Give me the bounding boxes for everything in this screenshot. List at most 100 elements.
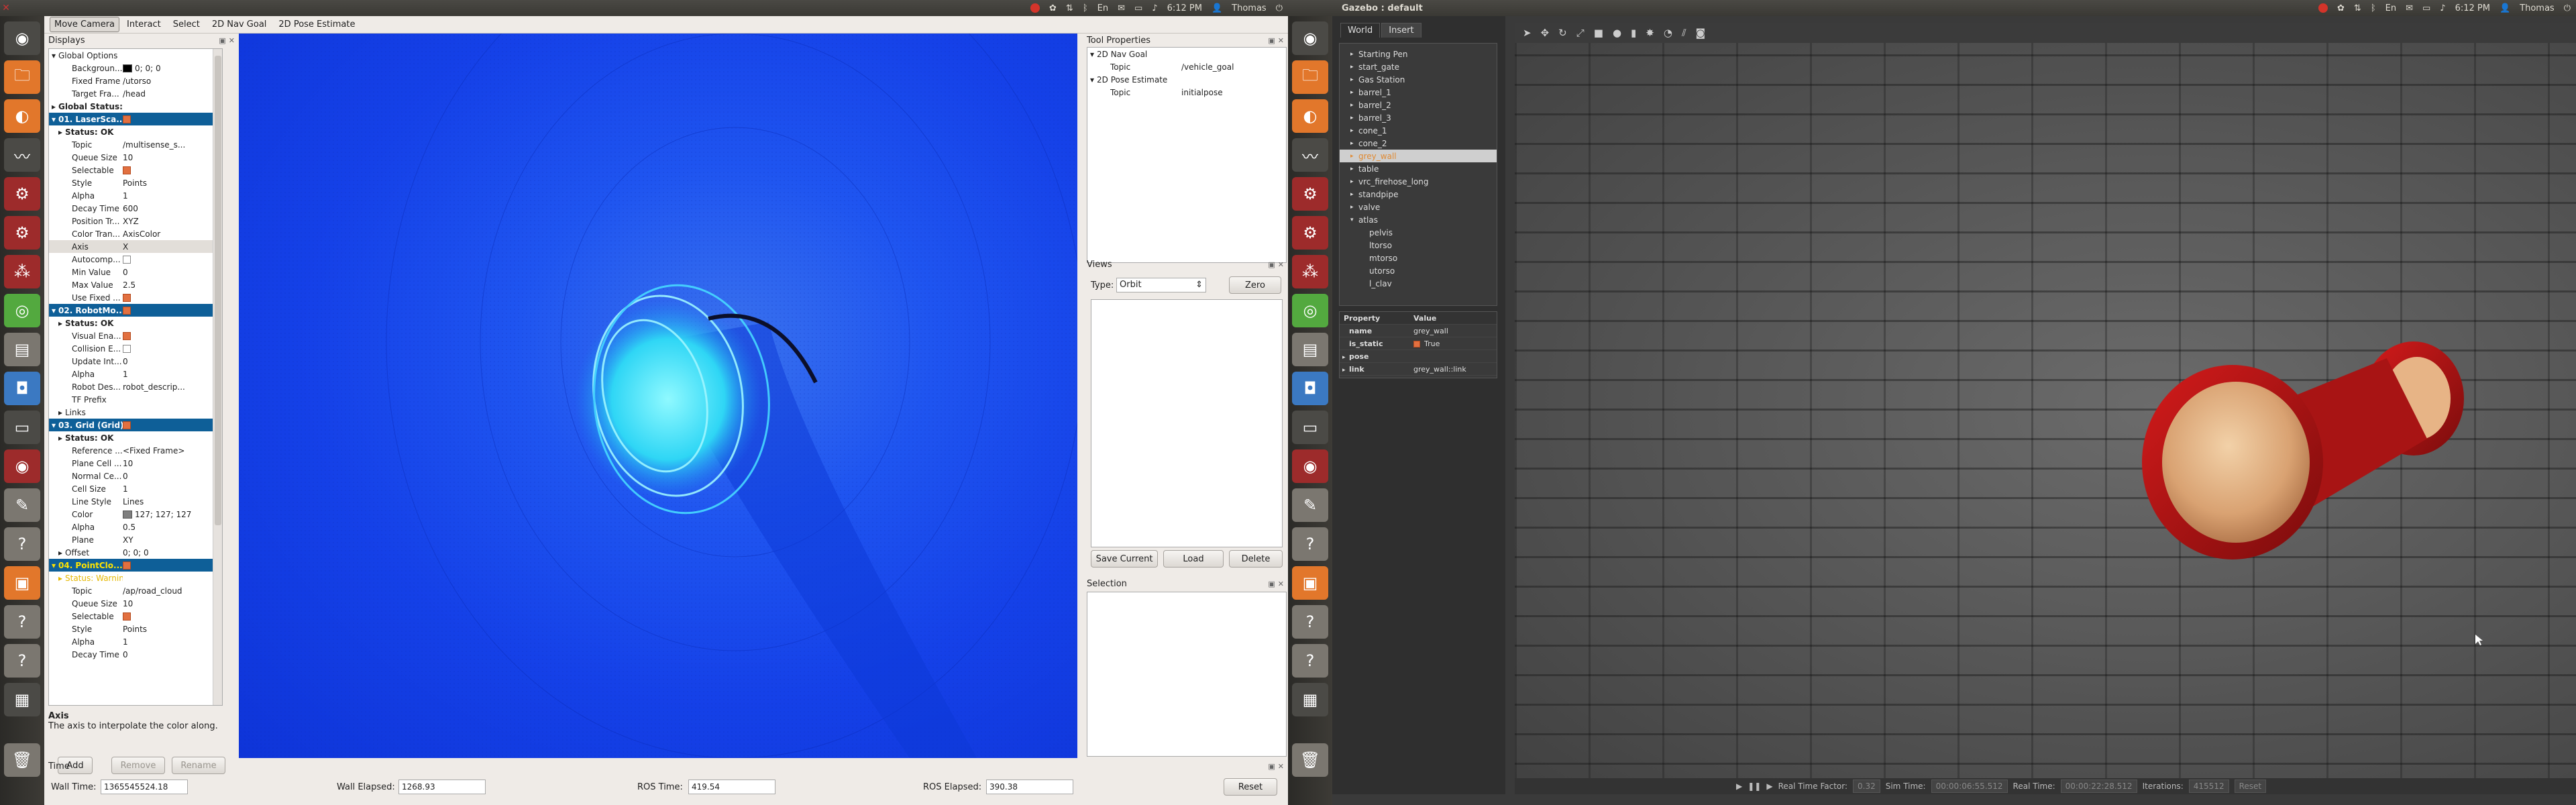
- load-button[interactable]: Load: [1163, 550, 1224, 568]
- display-row[interactable]: Alpha 1: [49, 189, 222, 202]
- checkbox[interactable]: [123, 612, 131, 621]
- property-value[interactable]: 0; 0; 0: [123, 548, 222, 557]
- display-row[interactable]: Target Fra... /head: [49, 87, 222, 100]
- screenshot-icon[interactable]: ◘: [4, 372, 40, 405]
- display-row[interactable]: ▸Global Status: OK: [49, 100, 222, 113]
- display-row[interactable]: ▾ 03. Grid (Grid): [49, 419, 222, 431]
- world-tree-item[interactable]: ▸ start_gate: [1340, 60, 1497, 73]
- play-icon[interactable]: ▶: [1766, 782, 1772, 791]
- property-value[interactable]: [123, 306, 222, 315]
- time-reset-button[interactable]: Reset: [1224, 778, 1277, 796]
- expand-arrow-icon[interactable]: ▸: [1350, 204, 1358, 211]
- world-tree-item[interactable]: mtorso: [1340, 252, 1497, 264]
- checkbox[interactable]: [123, 166, 131, 174]
- property-value[interactable]: 600: [123, 204, 222, 213]
- world-tree[interactable]: ▸ Starting Pen ▸ start_gate ▸ Gas Station ▸ bar…: [1339, 43, 1497, 306]
- checkbox[interactable]: [123, 332, 131, 340]
- world-tree-item[interactable]: ▸ Gas Station: [1340, 73, 1497, 86]
- ros-elapsed-field[interactable]: 390.38: [986, 780, 1073, 794]
- expand-arrow-icon[interactable]: ▸: [1350, 178, 1358, 185]
- power-icon[interactable]: ⏻: [1276, 3, 1283, 13]
- displays-tree[interactable]: ▾ Global Options Backgroun... 0; 0; 0 Fixed …: [48, 48, 223, 706]
- display-row[interactable]: Backgroun... 0; 0; 0: [49, 62, 222, 74]
- property-value[interactable]: [123, 166, 222, 175]
- display-row[interactable]: Position Tr... XYZ: [49, 215, 222, 227]
- firefox-icon[interactable]: ◐: [4, 99, 40, 133]
- property-row[interactable]: is_static True: [1340, 337, 1497, 350]
- workspace-icon[interactable]: ▦: [4, 683, 40, 716]
- close-icon[interactable]: ✕: [0, 0, 12, 16]
- display-row[interactable]: Alpha 1: [49, 635, 222, 648]
- tool-move-camera[interactable]: Move Camera: [50, 17, 120, 32]
- float-icon[interactable]: ▣: [1268, 260, 1275, 269]
- display-row[interactable]: Plane Cell ... 10: [49, 457, 222, 470]
- display-row[interactable]: ▾ 04. PointClo...: [49, 559, 222, 572]
- help-icon[interactable]: ?: [4, 605, 40, 639]
- expand-arrow-icon[interactable]: ▾: [52, 306, 58, 315]
- property-value[interactable]: [123, 561, 222, 570]
- property-value[interactable]: robot_descrip...: [123, 382, 222, 392]
- help-icon[interactable]: ?: [4, 644, 40, 678]
- display-row[interactable]: Selectable: [49, 164, 222, 176]
- pause-icon[interactable]: ❚❚: [1748, 782, 1761, 791]
- property-value[interactable]: 1: [123, 637, 222, 647]
- tool-2d-pose-estimate[interactable]: 2D Pose Estimate: [274, 17, 360, 32]
- expand-arrow-icon[interactable]: ▾: [52, 561, 58, 570]
- dropbox-icon[interactable]: ✿: [2337, 3, 2345, 13]
- point-light-icon[interactable]: ✸: [1646, 27, 1654, 39]
- world-tree-item[interactable]: ▸ Starting Pen: [1340, 48, 1497, 60]
- display-row[interactable]: Line Style Lines: [49, 495, 222, 508]
- property-value[interactable]: XY: [123, 535, 222, 545]
- tool-property-row[interactable]: ▾ 2D Pose Estimate: [1087, 73, 1286, 86]
- property-value[interactable]: 127; 127; 127: [123, 510, 222, 519]
- help-icon[interactable]: ?: [4, 527, 40, 561]
- files-icon[interactable]: 🗀: [1292, 60, 1328, 94]
- display-row[interactable]: Alpha 0.5: [49, 521, 222, 533]
- directional-light-icon[interactable]: ⫽: [1682, 27, 1686, 39]
- app-icon[interactable]: ▤: [4, 333, 40, 366]
- expand-arrow-icon[interactable]: ▸: [1350, 127, 1358, 134]
- display-row[interactable]: Style Points: [49, 176, 222, 189]
- world-tree-item[interactable]: ▸ barrel_2: [1340, 99, 1497, 111]
- property-value[interactable]: AxisColor: [123, 229, 222, 239]
- display-row[interactable]: Visual Ena...: [49, 329, 222, 342]
- property-row[interactable]: ▸ pose: [1340, 350, 1497, 363]
- network-icon[interactable]: ⁂: [1292, 255, 1328, 288]
- box-icon[interactable]: ■: [1594, 27, 1603, 39]
- app-icon[interactable]: ◉: [1292, 449, 1328, 483]
- world-tree-item[interactable]: ▸ standpipe: [1340, 188, 1497, 201]
- expand-arrow-icon[interactable]: ▸: [58, 408, 65, 417]
- expand-arrow-icon[interactable]: ▾: [52, 51, 58, 60]
- display-row[interactable]: Topic/multisense_s...: [49, 138, 222, 151]
- property-value[interactable]: 0: [123, 650, 222, 659]
- property-value[interactable]: 1: [123, 484, 222, 494]
- network-icon[interactable]: ⇅: [2354, 3, 2361, 13]
- bluetooth-icon[interactable]: ᛒ: [1083, 3, 1088, 13]
- property-value[interactable]: [123, 421, 222, 430]
- property-value[interactable]: /ap/road_cloud: [123, 586, 222, 596]
- terminal-icon[interactable]: ▭: [1292, 411, 1328, 444]
- world-tree-item[interactable]: pelvis: [1340, 226, 1497, 239]
- expand-arrow-icon[interactable]: ▸: [58, 574, 65, 583]
- system-monitor-icon[interactable]: 〰: [4, 138, 40, 172]
- checkbox[interactable]: [123, 421, 131, 429]
- expand-arrow-icon[interactable]: ▸: [1350, 64, 1358, 70]
- display-row[interactable]: ▸ Status: Warning: [49, 572, 222, 584]
- expand-arrow-icon[interactable]: ▸: [1350, 153, 1358, 160]
- views-list[interactable]: [1091, 299, 1283, 547]
- select-arrow-icon[interactable]: ➤: [1523, 27, 1532, 39]
- ubuntu-home-icon[interactable]: ◉: [4, 21, 40, 55]
- property-value[interactable]: /vehicle_goal: [1181, 62, 1286, 72]
- world-tree-item[interactable]: ▸ barrel_1: [1340, 86, 1497, 99]
- user-name[interactable]: Thomas: [2520, 3, 2555, 13]
- power-icon[interactable]: ⏻: [2564, 3, 2571, 13]
- display-row[interactable]: ▾ 02. RobotMo...: [49, 304, 222, 317]
- tool-properties-tree[interactable]: ▾ 2D Nav Goal Topic/vehicle_goal ▾ 2D Pose E…: [1087, 47, 1287, 263]
- ros-time-field[interactable]: 419.54: [688, 780, 775, 794]
- property-value[interactable]: [123, 344, 222, 354]
- clock[interactable]: 6:12 PM: [1167, 3, 1202, 13]
- property-value[interactable]: 10: [123, 153, 222, 162]
- display-row[interactable]: ▸ Links: [49, 406, 222, 419]
- expand-arrow-icon[interactable]: ▸: [58, 433, 65, 443]
- expand-arrow-icon[interactable]: ▾: [1090, 50, 1097, 59]
